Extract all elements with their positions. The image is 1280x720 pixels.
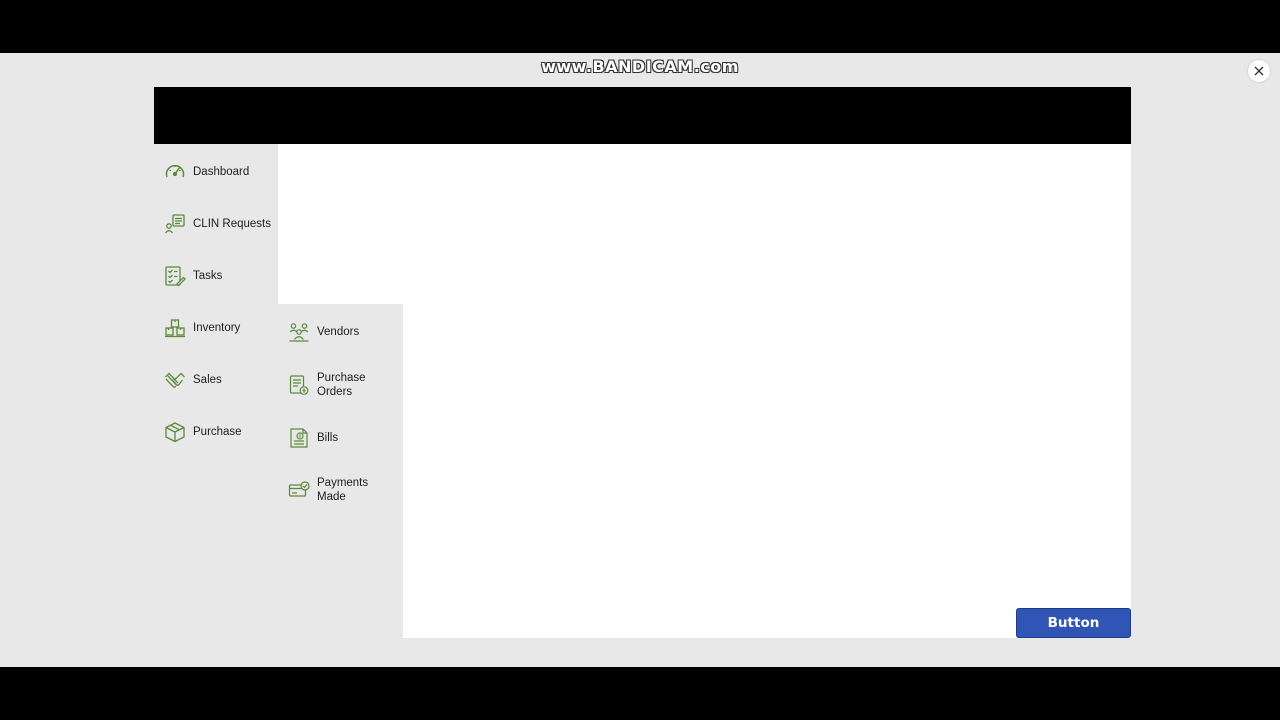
submenu-item-purchase-orders[interactable]: Purchase Orders — [288, 365, 400, 405]
package-icon — [165, 422, 185, 443]
primary-button[interactable]: Button — [1016, 608, 1131, 638]
recorder-watermark: www.BANDICAM.com — [541, 57, 739, 76]
stage: www.BANDICAM.com Dashboard CLIN Requests… — [0, 53, 1280, 667]
submenu-item-vendors[interactable]: Vendors — [288, 312, 400, 352]
sidebar-item-label: Inventory — [193, 322, 241, 334]
vendors-icon — [289, 323, 309, 342]
app-window: Dashboard CLIN Requests Tasks Inventory … — [154, 87, 1131, 638]
submenu-item-label: Payments Made — [317, 477, 369, 503]
submenu-item-label: Bills — [317, 432, 339, 444]
close-button[interactable] — [1248, 60, 1270, 82]
sidebar-item-label: Dashboard — [193, 166, 250, 178]
handshake-icon — [165, 372, 185, 388]
request-list-icon — [164, 214, 185, 234]
payment-check-icon — [288, 481, 310, 497]
sidebar-item-label: Purchase — [193, 426, 242, 438]
sidebar-item-clin-requests[interactable]: CLIN Requests — [164, 204, 276, 244]
sidebar-item-inventory[interactable]: Inventory — [164, 308, 276, 348]
submenu-item-label: Purchase Orders — [317, 372, 366, 398]
purchase-submenu: Vendors Purchase Orders Bills Payments M… — [278, 304, 403, 638]
task-checklist-icon — [165, 266, 186, 287]
app-header — [154, 87, 1131, 144]
sidebar-item-sales[interactable]: Sales — [164, 360, 276, 400]
sidebar-item-tasks[interactable]: Tasks — [164, 256, 276, 296]
close-icon — [1254, 66, 1264, 76]
bill-icon — [290, 428, 308, 448]
sidebar-item-label: Tasks — [193, 270, 223, 282]
sidebar-item-label: CLIN Requests — [193, 218, 271, 230]
speedometer-icon — [165, 164, 185, 178]
submenu-item-bills[interactable]: Bills — [288, 418, 400, 458]
sidebar: Dashboard CLIN Requests Tasks Inventory … — [154, 144, 278, 638]
sidebar-item-purchase[interactable]: Purchase — [164, 412, 276, 452]
boxes-icon — [165, 319, 185, 338]
submenu-item-label: Vendors — [317, 326, 360, 338]
submenu-item-payments-made[interactable]: Payments Made — [288, 470, 400, 510]
purchase-order-icon — [289, 375, 309, 395]
sidebar-item-dashboard[interactable]: Dashboard — [164, 152, 276, 192]
sidebar-item-label: Sales — [193, 374, 222, 386]
